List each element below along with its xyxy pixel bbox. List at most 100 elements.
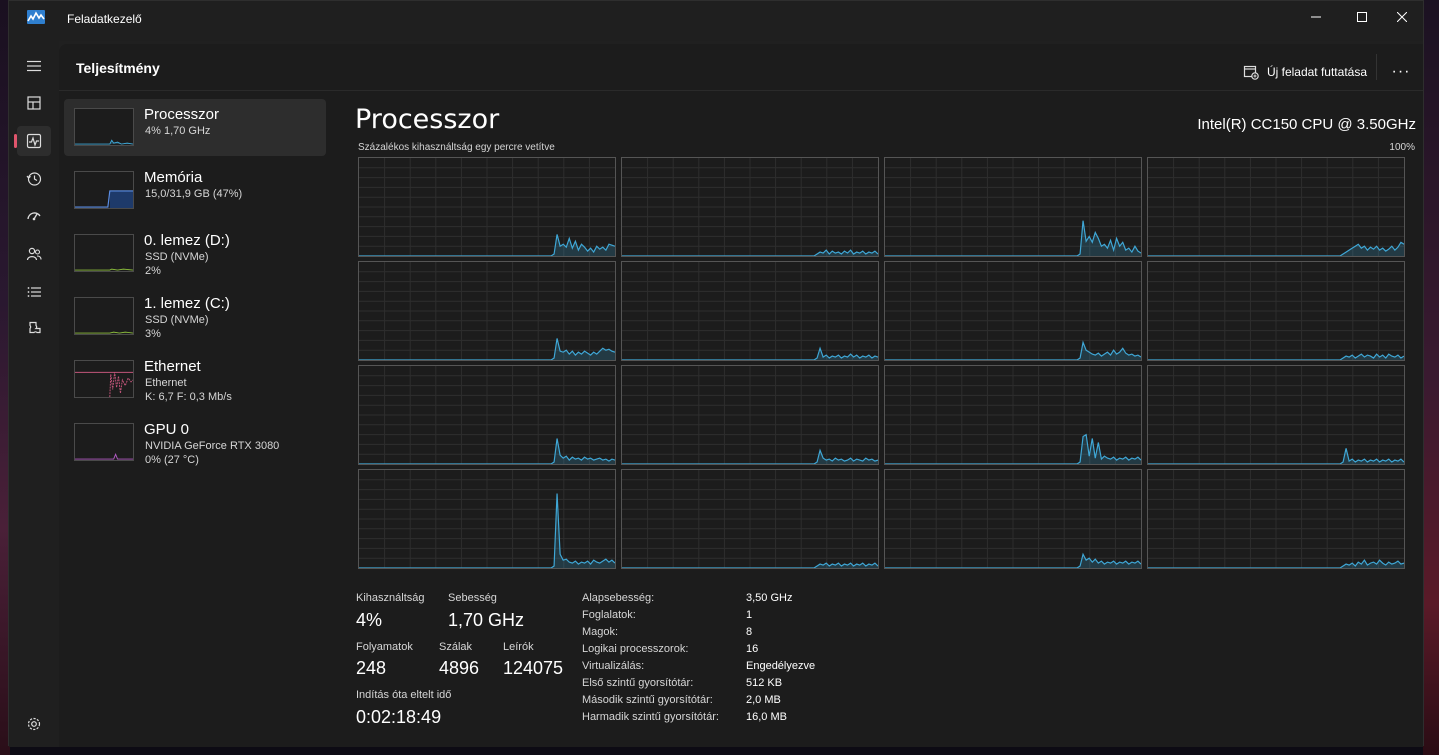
menu-icon (27, 60, 41, 72)
cpu-thumbnail-graph (74, 108, 134, 146)
minimize-button[interactable] (1293, 1, 1339, 33)
spec-value: 16,0 MB (746, 711, 787, 723)
threads-value: 4896 (439, 658, 480, 678)
resource-item-cpu[interactable]: Processzor 4% 1,70 GHz (64, 99, 326, 156)
utilization-value: 4% (356, 610, 383, 630)
processes-value: 248 (356, 658, 387, 678)
ethernet-thumbnail-graph (74, 360, 134, 398)
run-new-task-button[interactable]: Új feladat futtatása (1235, 58, 1375, 86)
nav-startup[interactable] (17, 201, 51, 231)
uptime-label: Indítás óta eltelt idő (356, 689, 452, 701)
resource-name: Ethernet (144, 358, 201, 375)
spec-label: Első szintű gyorsítótár: (582, 677, 694, 689)
services-icon (29, 321, 41, 334)
window-title: Feladatkezelő (67, 12, 142, 26)
logical-processor-graph (621, 365, 879, 465)
resource-list: Processzor 4% 1,70 GHz Memória 15,0/31,9… (64, 99, 326, 477)
resource-name: Memória (144, 169, 203, 186)
resource-item-gpu[interactable]: GPU 0 NVIDIA GeForce RTX 3080 0% (27 °C) (64, 414, 326, 471)
run-task-icon (1243, 65, 1259, 80)
logical-processor-graph (621, 469, 879, 569)
resource-name: GPU 0 (144, 421, 190, 438)
title-bar: Feladatkezelő (9, 1, 1423, 41)
logical-processor-graph (1147, 365, 1405, 465)
graph-max-label: 100% (1389, 142, 1415, 153)
close-button[interactable] (1379, 1, 1425, 33)
logical-processor-graph (884, 469, 1142, 569)
logical-processor-graph (358, 365, 616, 465)
menu-button[interactable] (17, 51, 51, 81)
logical-processor-graph (1147, 469, 1405, 569)
logical-processor-graph (884, 365, 1142, 465)
resource-usage: 3% (145, 328, 161, 340)
performance-icon (26, 133, 42, 149)
navigation-rail (9, 41, 59, 747)
threads-label: Szálak (439, 641, 473, 653)
cpu-model-name: Intel(R) CC150 CPU @ 3.50GHz (1197, 116, 1416, 133)
handles-label: Leírók (503, 641, 534, 653)
resource-item-memory[interactable]: Memória 15,0/31,9 GB (47%) (64, 162, 326, 219)
content-panel: Teljesítmény Új feladat futtatása ··· Pr… (59, 44, 1423, 747)
processes-label: Folyamatok (356, 641, 413, 653)
resource-type: Ethernet (145, 377, 187, 389)
logical-processor-graph (1147, 261, 1405, 361)
nav-processes[interactable] (17, 88, 51, 118)
resource-item-ethernet[interactable]: Ethernet Ethernet K: 6,7 F: 0,3 Mb/s (64, 351, 326, 408)
users-icon (26, 247, 42, 261)
resource-usage: 0% (27 °C) (145, 454, 199, 466)
processes-icon (27, 96, 41, 110)
spec-value: 512 KB (746, 677, 783, 689)
startup-icon (27, 212, 41, 221)
resource-type: SSD (NVMe) (145, 314, 209, 326)
nav-services[interactable] (17, 314, 51, 344)
nav-app-history[interactable] (17, 164, 51, 194)
more-options-icon: ··· (1391, 63, 1411, 80)
handles-value: 124075 (503, 658, 564, 678)
logical-processor-graph (884, 261, 1142, 361)
desktop-wallpaper-right (1423, 0, 1439, 755)
resource-name: Processzor (144, 106, 220, 123)
logical-processor-graph (1147, 157, 1405, 257)
logical-processor-graph (884, 157, 1142, 257)
uptime-value: 0:02:18:49 (356, 707, 442, 727)
spec-label: Logikai processzorok: (582, 643, 689, 655)
spec-label: Virtualizálás: (582, 660, 645, 672)
speed-value: 1,70 GHz (448, 610, 525, 630)
disk-d-thumbnail-graph (74, 234, 134, 272)
page-title: Teljesítmény (76, 60, 160, 76)
logical-processor-graphs (358, 157, 1408, 569)
run-new-task-label: Új feladat futtatása (1266, 65, 1367, 79)
nav-settings[interactable] (17, 709, 51, 739)
spec-value: 2,0 MB (746, 694, 781, 706)
spec-label: Foglalatok: (582, 609, 636, 621)
resource-detail: 4% 1,70 GHz (145, 125, 211, 137)
task-manager-window: Feladatkezelő Teljesítmény Új feladat fu… (8, 0, 1424, 747)
resource-name: 0. lemez (D:) (144, 232, 230, 249)
nav-details[interactable] (17, 277, 51, 307)
performance-title: Processzor (355, 104, 500, 135)
logical-processor-graph (358, 157, 616, 257)
memory-thumbnail-graph (74, 171, 134, 209)
gpu-thumbnail-graph (74, 423, 134, 461)
header-divider (59, 90, 1423, 91)
resource-type: NVIDIA GeForce RTX 3080 (145, 440, 280, 452)
utilization-label: Kihasználtság (356, 592, 425, 604)
spec-value: 3,50 GHz (746, 592, 793, 604)
resource-usage: K: 6,7 F: 0,3 Mb/s (145, 391, 232, 403)
spec-label: Magok: (582, 626, 619, 638)
nav-performance[interactable] (14, 126, 51, 156)
resource-detail: 15,0/31,9 GB (47%) (145, 188, 243, 200)
resource-item-disk-c[interactable]: 1. lemez (C:) SSD (NVMe) 3% (64, 288, 326, 345)
logical-processor-graph (358, 469, 616, 569)
app-history-icon (26, 172, 42, 186)
more-options-button[interactable]: ··· (1387, 58, 1415, 86)
disk-c-thumbnail-graph (74, 297, 134, 335)
spec-value: 8 (746, 626, 753, 638)
spec-label: Harmadik szintű gyorsítótár: (582, 711, 719, 723)
resource-item-disk-d[interactable]: 0. lemez (D:) SSD (NVMe) 2% (64, 225, 326, 282)
resource-usage: 2% (145, 265, 161, 277)
graph-caption: Százalékos kihasználtság egy percre vetí… (358, 142, 555, 153)
spec-value: 16 (746, 643, 759, 655)
logical-processor-graph (621, 261, 879, 361)
nav-users[interactable] (17, 239, 51, 269)
